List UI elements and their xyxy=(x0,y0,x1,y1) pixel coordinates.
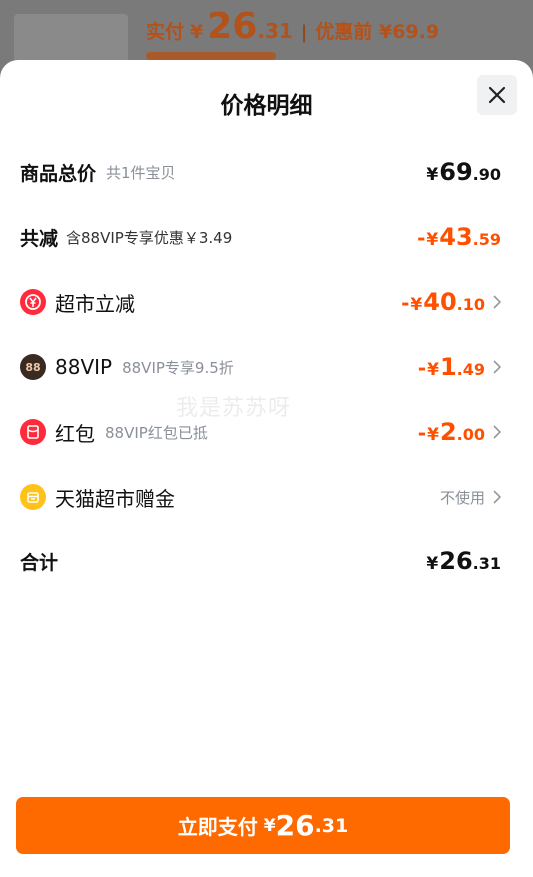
background-button xyxy=(146,52,276,60)
pay-now-dec: .31 xyxy=(314,814,349,837)
supermarket-discount-icon xyxy=(20,289,46,315)
pay-now-currency: ¥ xyxy=(263,815,276,836)
supermarket-discount-label: 超市立减 xyxy=(55,291,135,316)
gift-money-value: 不使用 xyxy=(439,488,485,507)
red-packet-sub: 88VIP红包已抵 xyxy=(105,423,208,442)
price-detail-sheet: 价格明细 商品总价 共1件宝贝 ¥ 69 .90 共减 含88VIP专享优惠￥3… xyxy=(0,60,533,877)
88vip-label: 88VIP xyxy=(55,355,113,379)
red-packet-label: 红包 xyxy=(55,421,95,446)
close-icon xyxy=(488,86,506,104)
row-gift-money[interactable]: 天猫超市赠金 不使用 xyxy=(20,477,501,517)
background-price-dec: .31 xyxy=(257,19,293,43)
background-currency: ¥ xyxy=(190,21,204,43)
background-price-int: 26 xyxy=(207,6,258,47)
red-packet-value: - ¥ 2 .00 xyxy=(417,418,485,446)
row-supermarket-discount[interactable]: 超市立减 - ¥ 40 .10 xyxy=(20,282,501,322)
chevron-right-icon xyxy=(493,295,501,309)
background-separator: | xyxy=(300,22,308,43)
reduction-sub: 含88VIP专享优惠￥3.49 xyxy=(66,228,233,247)
sum-label: 合计 xyxy=(20,551,59,574)
background-price-label: 实付 xyxy=(146,21,185,43)
pay-now-button[interactable]: 立即支付 ¥ 26 .31 xyxy=(16,797,510,854)
row-total-price: 商品总价 共1件宝贝 ¥ 69 .90 xyxy=(20,152,501,192)
chevron-right-icon xyxy=(493,425,501,439)
chevron-right-icon xyxy=(493,360,501,374)
pay-now-int: 26 xyxy=(275,809,315,842)
red-packet-icon xyxy=(20,419,46,445)
row-red-packet[interactable]: 红包 88VIP红包已抵 - ¥ 2 .00 xyxy=(20,412,501,452)
row-total-reduction: 共减 含88VIP专享优惠￥3.49 - ¥ 43 .59 xyxy=(20,217,501,257)
pay-now-label: 立即支付 xyxy=(177,815,258,839)
total-price-sub: 共1件宝贝 xyxy=(106,163,176,182)
chevron-right-icon xyxy=(493,490,501,504)
88vip-icon: 88 xyxy=(20,354,46,380)
88vip-value: - ¥ 1 .49 xyxy=(417,353,485,381)
sum-value: ¥ 26 .31 xyxy=(426,547,501,575)
row-88vip[interactable]: 88 88VIP 88VIP专享9.5折 - ¥ 1 .49 xyxy=(20,347,501,387)
reduction-label: 共减 xyxy=(20,227,59,250)
background-original-price: 优惠前 ¥69.9 xyxy=(315,21,440,43)
sheet-title: 价格明细 xyxy=(220,93,313,119)
88vip-sub: 88VIP专享9.5折 xyxy=(122,358,234,377)
product-thumbnail xyxy=(14,14,128,64)
supermarket-discount-value: - ¥ 40 .10 xyxy=(401,288,485,316)
gift-money-icon xyxy=(20,484,46,510)
close-button[interactable] xyxy=(477,75,517,115)
reduction-value: - ¥ 43 .59 xyxy=(417,223,501,251)
row-sum: 合计 ¥ 26 .31 xyxy=(20,541,501,581)
background-price: 实付 ¥ 26 .31 | 优惠前 ¥69.9 xyxy=(146,6,439,47)
gift-money-label: 天猫超市赠金 xyxy=(55,486,175,511)
total-price-value: ¥ 69 .90 xyxy=(426,158,501,186)
total-price-label: 商品总价 xyxy=(20,162,97,185)
